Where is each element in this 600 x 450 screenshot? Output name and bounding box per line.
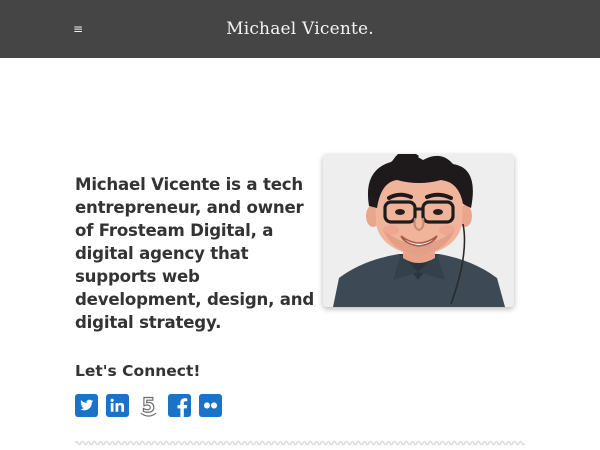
facebook-icon[interactable] bbox=[168, 394, 191, 417]
portrait-image bbox=[323, 154, 514, 307]
wavy-divider bbox=[75, 440, 525, 446]
linkedin-icon[interactable] bbox=[106, 394, 129, 417]
flickr-icon[interactable] bbox=[199, 394, 222, 417]
social-links: 5 bbox=[75, 394, 222, 418]
svg-text:5: 5 bbox=[142, 394, 155, 417]
site-title[interactable]: Michael Vicente. bbox=[0, 17, 600, 41]
bio-text: Michael Vicente is a tech entrepreneur, … bbox=[75, 175, 315, 332]
top-bar: ≡ Michael Vicente. bbox=[0, 0, 600, 58]
connect-heading: Let's Connect! bbox=[75, 362, 201, 380]
twitter-icon[interactable] bbox=[75, 394, 98, 417]
500px-icon[interactable]: 5 bbox=[137, 394, 160, 417]
